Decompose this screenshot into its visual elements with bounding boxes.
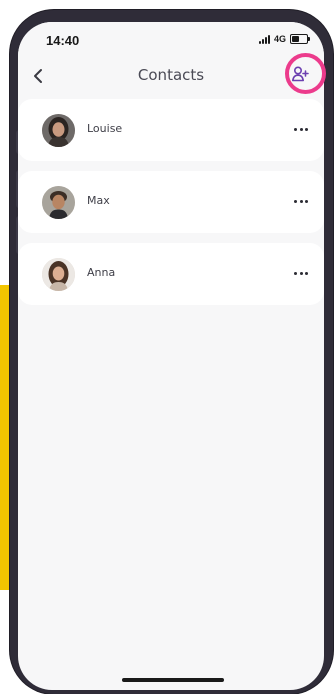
- more-horizontal-icon-dot: [299, 271, 303, 275]
- add-person-icon: [292, 66, 309, 82]
- home-indicator[interactable]: [122, 678, 224, 682]
- signal-icon: [258, 34, 270, 44]
- contact-name: Anna: [87, 266, 116, 279]
- more-horizontal-icon-dot: [299, 127, 303, 131]
- avatar: [42, 186, 75, 219]
- more-options-button[interactable]: [290, 193, 312, 209]
- phone-screen: 14:40 4G Contacts Louise Max Anna: [18, 22, 324, 690]
- app-header: Contacts: [18, 56, 324, 96]
- stage: 14:40 4G Contacts Louise Max Anna: [0, 0, 335, 694]
- status-indicators: 4G: [258, 34, 310, 44]
- contact-card-max[interactable]: Max: [18, 171, 324, 233]
- battery-icon: [290, 34, 310, 44]
- contact-card-louise[interactable]: Louise: [18, 99, 324, 161]
- contact-list: Louise Max Anna: [18, 99, 324, 315]
- more-horizontal-icon-dot: [294, 271, 297, 275]
- contact-card-anna[interactable]: Anna: [18, 243, 324, 305]
- person-photo-max: [42, 186, 75, 219]
- person-photo-louise: [42, 114, 75, 147]
- status-time: 14:40: [46, 33, 80, 48]
- more-options-button[interactable]: [290, 265, 312, 281]
- more-options-button[interactable]: [290, 121, 312, 137]
- contact-name: Max: [87, 194, 110, 207]
- more-horizontal-icon-dot: [299, 199, 303, 203]
- more-horizontal-icon-dot: [294, 127, 297, 131]
- avatar: [42, 114, 75, 147]
- person-photo-anna: [42, 258, 75, 291]
- add-contact-button[interactable]: [286, 60, 314, 88]
- page-title: Contacts: [137, 66, 205, 84]
- contact-name: Louise: [87, 122, 123, 135]
- avatar: [42, 258, 75, 291]
- status-bar: 14:40 4G: [18, 22, 324, 56]
- more-horizontal-icon-dot: [305, 127, 308, 131]
- more-horizontal-icon-dot: [294, 199, 297, 203]
- more-horizontal-icon-dot: [305, 271, 308, 275]
- more-horizontal-icon-dot: [305, 199, 308, 203]
- network-type: 4G: [273, 34, 286, 44]
